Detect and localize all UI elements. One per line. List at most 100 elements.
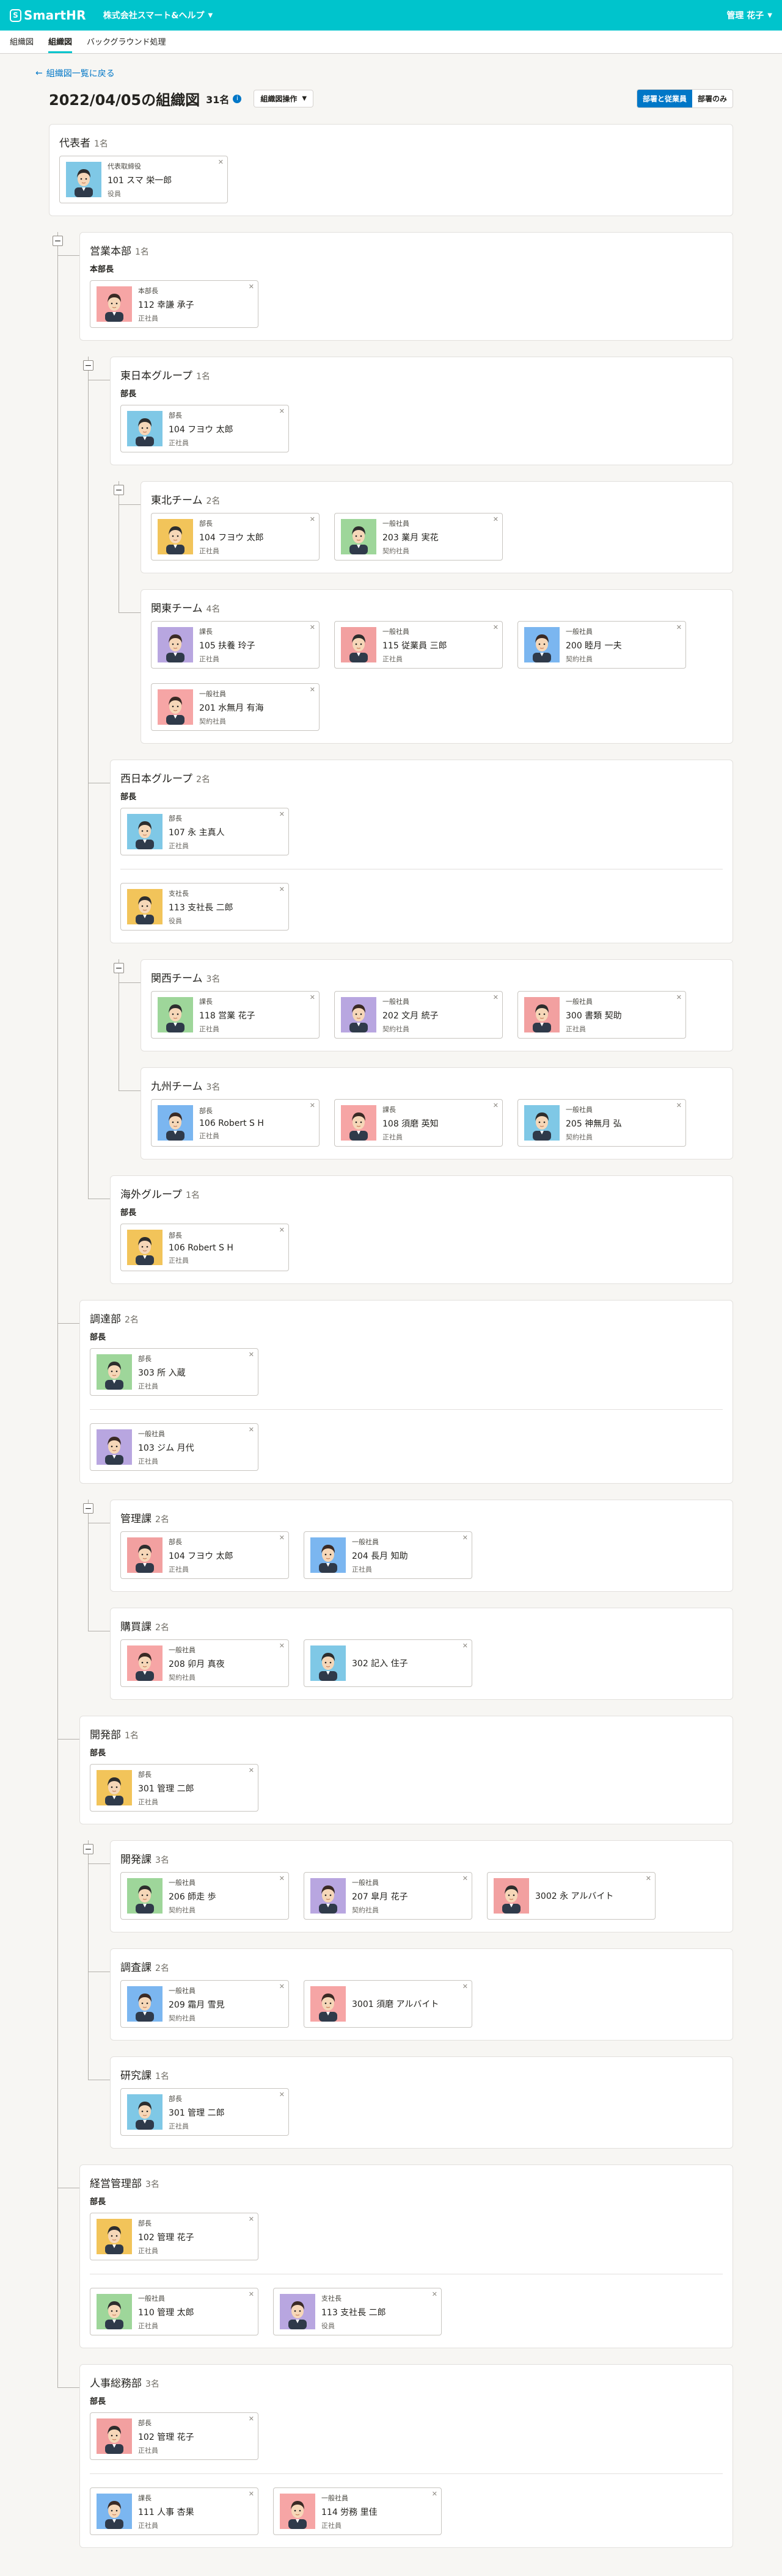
employee-card[interactable]: 一般社員 205 神無月 弘契約社員 ✕	[517, 1099, 686, 1147]
close-icon[interactable]: ✕	[462, 1642, 468, 1650]
employee-card[interactable]: 部長 104 フヨウ 太郎 正社員 ✕	[151, 513, 320, 561]
dept-name[interactable]: 開発課	[120, 1851, 152, 1866]
employee-card[interactable]: 一般社員 300 書類 契助 正社員 ✕	[517, 991, 686, 1039]
dept-name[interactable]: 関西チーム	[151, 970, 203, 985]
org-ops-button[interactable]: 組織図操作 ▼	[254, 90, 314, 107]
company-switcher[interactable]: 株式会社スマート&ヘルプ ▼	[103, 9, 213, 21]
employee-card[interactable]: 代表取締役 101 スマ 栄一郎 役員 ✕	[59, 156, 228, 203]
close-icon[interactable]: ✕	[249, 2290, 254, 2298]
close-icon[interactable]: ✕	[493, 993, 499, 1001]
close-icon[interactable]: ✕	[249, 283, 254, 291]
employee-card[interactable]: 一般社員 200 睦月 一夫 契約社員 ✕	[517, 621, 686, 669]
employee-card[interactable]: 課長 111 人事 杏果 正社員 ✕	[90, 2487, 258, 2535]
employee-card[interactable]: 部長 104 フヨウ 太郎 正社員 ✕	[120, 405, 289, 452]
tab-background[interactable]: バックグラウンド処理	[87, 35, 166, 53]
employee-card[interactable]: 一般社員 206 師走 歩契約社員 ✕	[120, 1872, 289, 1920]
employee-card[interactable]: 一般社員 115 従業員 三郎 正社員 ✕	[334, 621, 503, 669]
dept-name[interactable]: 関東チーム	[151, 600, 203, 615]
close-icon[interactable]: ✕	[676, 1101, 682, 1109]
close-icon[interactable]: ✕	[462, 1534, 468, 1542]
employee-card[interactable]: 3002 永 アルバイト ✕	[487, 1872, 656, 1920]
close-icon[interactable]: ✕	[218, 158, 224, 166]
dept-name[interactable]: 購買課	[120, 1618, 152, 1633]
info-icon[interactable]: i	[233, 94, 242, 103]
close-icon[interactable]: ✕	[249, 1766, 254, 1774]
employee-card[interactable]: 部長 106 Robert S H 正社員 ✕	[151, 1099, 320, 1147]
collapse-toggle-icon[interactable]: −	[83, 1503, 93, 1514]
close-icon[interactable]: ✕	[310, 993, 315, 1001]
collapse-toggle-icon[interactable]: −	[83, 360, 93, 371]
close-icon[interactable]: ✕	[310, 623, 315, 631]
close-icon[interactable]: ✕	[279, 1534, 285, 1542]
collapse-toggle-icon[interactable]: −	[53, 236, 63, 246]
employee-card[interactable]: 一般社員 207 皐月 花子 契約社員 ✕	[304, 1872, 472, 1920]
close-icon[interactable]: ✕	[310, 686, 315, 694]
employee-card[interactable]: 課長 118 営業 花子 正社員 ✕	[151, 991, 320, 1039]
employee-card[interactable]: 課長 105 扶養 玲子 正社員 ✕	[151, 621, 320, 669]
dept-name[interactable]: 西日本グループ	[120, 770, 192, 785]
employee-card[interactable]: 課長 108 須磨 英知 正社員 ✕	[334, 1099, 503, 1147]
tab-org-chart[interactable]: 組織図	[48, 35, 73, 53]
employee-card[interactable]: 部長 301 管理 二郎 正社員 ✕	[90, 1764, 258, 1812]
dept-name[interactable]: 開発部	[90, 1726, 121, 1741]
close-icon[interactable]: ✕	[493, 1101, 499, 1109]
collapse-toggle-icon[interactable]: −	[114, 485, 124, 495]
smarthr-logo[interactable]: S SmartHR	[10, 8, 86, 23]
close-icon[interactable]: ✕	[279, 885, 285, 893]
collapse-toggle-icon[interactable]: −	[114, 963, 124, 973]
close-icon[interactable]: ✕	[249, 2415, 254, 2423]
employee-card[interactable]: 一般社員 114 労務 里佳 正社員 ✕	[273, 2487, 442, 2535]
close-icon[interactable]: ✕	[493, 515, 499, 523]
employee-card[interactable]: 一般社員 209 霜月 雪見 契約社員 ✕	[120, 1980, 289, 2028]
close-icon[interactable]: ✕	[493, 623, 499, 631]
user-menu[interactable]: 管理 花子 ▼	[726, 9, 772, 21]
dept-name[interactable]: 営業本部	[90, 242, 131, 258]
employee-card[interactable]: 支社長 113 支社長 二郎 役員 ✕	[273, 2288, 442, 2335]
employee-card[interactable]: 3001 須磨 アルバイト ✕	[304, 1980, 472, 2028]
toggle-dept-only[interactable]: 部署のみ	[692, 90, 733, 107]
toggle-dept-employee[interactable]: 部署と従業員	[637, 90, 692, 107]
close-icon[interactable]: ✕	[279, 2091, 285, 2099]
dept-name[interactable]: 調査課	[120, 1959, 152, 1974]
close-icon[interactable]: ✕	[279, 407, 285, 415]
employee-card[interactable]: 一般社員 202 文月 統子 契約社員 ✕	[334, 991, 503, 1039]
employee-card[interactable]: 一般社員 208 卯月 真夜 契約社員 ✕	[120, 1639, 289, 1687]
close-icon[interactable]: ✕	[279, 1983, 285, 1990]
employee-card[interactable]: 部長 301 管理 二郎 正社員 ✕	[120, 2088, 289, 2136]
close-icon[interactable]: ✕	[249, 2490, 254, 2498]
close-icon[interactable]: ✕	[279, 1642, 285, 1650]
close-icon[interactable]: ✕	[646, 1874, 651, 1882]
close-icon[interactable]: ✕	[249, 2215, 254, 2223]
dept-name[interactable]: 九州チーム	[151, 1078, 203, 1093]
employee-card[interactable]: 一般社員 201 水無月 有海 契約社員 ✕	[151, 683, 320, 731]
close-icon[interactable]: ✕	[279, 1874, 285, 1882]
dept-name[interactable]: 東北チーム	[151, 492, 203, 507]
employee-card[interactable]: 一般社員 203 業月 実花 契約社員 ✕	[334, 513, 503, 561]
tab-org-list[interactable]: 組織図	[10, 35, 34, 53]
dept-name[interactable]: 代表者	[59, 134, 90, 150]
employee-card[interactable]: 部長 107 永 主真人 正社員 ✕	[120, 808, 289, 855]
close-icon[interactable]: ✕	[249, 1351, 254, 1359]
close-icon[interactable]: ✕	[310, 515, 315, 523]
close-icon[interactable]: ✕	[676, 993, 682, 1001]
employee-card[interactable]: 部長 102 管理 花子 正社員 ✕	[90, 2412, 258, 2460]
employee-card[interactable]: 部長 106 Robert S H 正社員 ✕	[120, 1224, 289, 1271]
employee-card[interactable]: 部長 104 フヨウ 太郎 正社員 ✕	[120, 1531, 289, 1579]
dept-name[interactable]: 経営管理部	[90, 2175, 142, 2190]
dept-name[interactable]: 管理課	[120, 1510, 152, 1525]
close-icon[interactable]: ✕	[462, 1874, 468, 1882]
employee-card[interactable]: 302 記入 住子 ✕	[304, 1639, 472, 1687]
dept-name[interactable]: 調達部	[90, 1310, 121, 1326]
employee-card[interactable]: 本部長 112 幸謙 承子 正社員 ✕	[90, 280, 258, 328]
employee-card[interactable]: 一般社員 204 長月 知助 正社員 ✕	[304, 1531, 472, 1579]
back-link[interactable]: ← 組織図一覧に戻る	[35, 67, 733, 79]
close-icon[interactable]: ✕	[310, 1101, 315, 1109]
close-icon[interactable]: ✕	[432, 2490, 437, 2498]
close-icon[interactable]: ✕	[249, 1426, 254, 1434]
dept-name[interactable]: 東日本グループ	[120, 367, 192, 382]
employee-card[interactable]: 一般社員 103 ジム 月代 正社員 ✕	[90, 1423, 258, 1471]
dept-name[interactable]: 海外グループ	[120, 1186, 182, 1201]
employee-card[interactable]: 一般社員 110 管理 太郎 正社員 ✕	[90, 2288, 258, 2335]
close-icon[interactable]: ✕	[432, 2290, 437, 2298]
close-icon[interactable]: ✕	[462, 1983, 468, 1990]
